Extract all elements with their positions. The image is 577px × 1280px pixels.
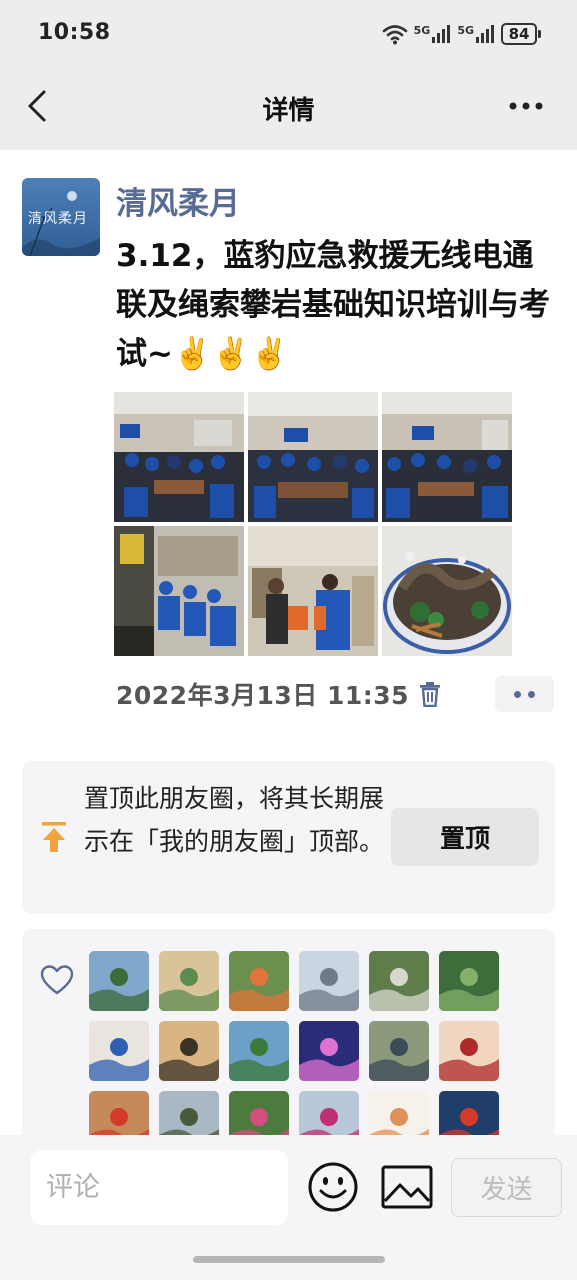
liker-avatar[interactable] bbox=[299, 1091, 359, 1135]
liker-avatar-image bbox=[159, 951, 219, 1011]
wifi-icon bbox=[382, 25, 407, 45]
liker-avatar-image bbox=[229, 951, 289, 1011]
signal-5g-2: 5G bbox=[457, 24, 495, 44]
page-title: 详情 bbox=[262, 96, 315, 126]
signal-5g-1: 5G bbox=[414, 24, 452, 44]
author-avatar[interactable]: 清风柔月 bbox=[22, 178, 100, 256]
liker-avatar-image bbox=[89, 1021, 149, 1081]
moment-detail[interactable]: 清风柔月 清风柔月 3.12，蓝豹应急救援无线电通联及绳索攀岩基础知识培训与考试… bbox=[0, 150, 577, 1135]
trash-icon[interactable] bbox=[419, 681, 441, 707]
liker-avatar[interactable] bbox=[159, 951, 219, 1011]
liker-avatar-image bbox=[299, 1021, 359, 1081]
liker-avatar-image bbox=[439, 1091, 499, 1135]
liker-avatar[interactable] bbox=[439, 1021, 499, 1081]
battery-cap bbox=[538, 30, 541, 38]
liker-avatar-image bbox=[439, 1021, 499, 1081]
photo-image bbox=[114, 392, 244, 522]
photo-thumbnail[interactable] bbox=[248, 392, 378, 522]
comment-input[interactable] bbox=[30, 1150, 288, 1225]
more-horizontal-icon bbox=[509, 102, 543, 110]
liker-avatar[interactable] bbox=[159, 1021, 219, 1081]
photo-thumbnail[interactable] bbox=[114, 526, 244, 656]
dot bbox=[514, 690, 521, 698]
liker-avatar-image bbox=[89, 1091, 149, 1135]
liker-avatar-image bbox=[229, 1021, 289, 1081]
battery-indicator: 84 bbox=[501, 23, 541, 45]
comment-composer: 发送 bbox=[0, 1135, 577, 1280]
liker-avatar[interactable] bbox=[369, 1021, 429, 1081]
send-button[interactable]: 发送 bbox=[451, 1158, 562, 1217]
interaction-menu-button[interactable] bbox=[495, 676, 554, 712]
photo-image bbox=[382, 526, 512, 656]
signal-bars-icon bbox=[432, 25, 451, 43]
signal-label-2: 5G bbox=[457, 24, 474, 37]
photo-image bbox=[248, 526, 378, 656]
liker-avatar[interactable] bbox=[229, 1091, 289, 1135]
signal-label-1: 5G bbox=[413, 24, 431, 37]
photo-thumbnail[interactable] bbox=[114, 392, 244, 522]
liker-avatar[interactable] bbox=[229, 1021, 289, 1081]
avatar-caption: 清风柔月 bbox=[28, 211, 88, 227]
photo-thumbnail[interactable] bbox=[248, 526, 378, 656]
post-text: 3.12，蓝豹应急救援无线电通联及绳索攀岩基础知识培训与考试~✌️✌️✌️ bbox=[116, 238, 550, 372]
liker-avatar[interactable] bbox=[89, 1091, 149, 1135]
pin-card: 置顶此朋友圈，将其长期展示在「我的朋友圈」顶部。 置顶 bbox=[22, 761, 555, 914]
status-bar: 10:58 5G 5G 84 bbox=[0, 0, 577, 68]
image-button[interactable] bbox=[380, 1163, 434, 1211]
photo-image bbox=[248, 392, 378, 522]
emoji-button[interactable] bbox=[306, 1160, 360, 1214]
liker-avatar-image bbox=[369, 951, 429, 1011]
liker-avatar[interactable] bbox=[369, 951, 429, 1011]
author-name[interactable]: 清风柔月 bbox=[116, 178, 240, 223]
liker-avatar-image bbox=[439, 951, 499, 1011]
more-options-button[interactable] bbox=[501, 86, 551, 126]
liker-avatar[interactable] bbox=[299, 1021, 359, 1081]
liker-avatar-image bbox=[369, 1021, 429, 1081]
status-time: 10:58 bbox=[38, 20, 111, 45]
liker-avatar-image bbox=[299, 1091, 359, 1135]
photo-grid bbox=[114, 392, 512, 656]
post-meta: 2022年3月13日 11:35 bbox=[116, 676, 441, 712]
battery-level: 84 bbox=[501, 23, 537, 45]
heart-icon bbox=[40, 965, 74, 995]
liker-avatar-image bbox=[369, 1091, 429, 1135]
photo-thumbnail[interactable] bbox=[382, 392, 512, 522]
liker-avatar[interactable] bbox=[229, 951, 289, 1011]
liker-avatar[interactable] bbox=[439, 951, 499, 1011]
photo-image bbox=[114, 526, 244, 656]
smiley-icon bbox=[308, 1162, 358, 1212]
pin-button[interactable]: 置顶 bbox=[391, 808, 539, 866]
liker-avatar[interactable] bbox=[439, 1091, 499, 1135]
liker-avatar[interactable] bbox=[159, 1091, 219, 1135]
nav-bar: 详情 bbox=[0, 68, 577, 150]
post-timestamp: 2022年3月13日 11:35 bbox=[116, 681, 410, 710]
pin-to-top-icon bbox=[42, 822, 66, 852]
liker-avatar[interactable] bbox=[89, 951, 149, 1011]
pin-description: 置顶此朋友圈，将其长期展示在「我的朋友圈」顶部。 bbox=[84, 784, 385, 856]
image-icon bbox=[381, 1165, 433, 1209]
liker-avatar-image bbox=[229, 1091, 289, 1135]
dot bbox=[528, 690, 535, 698]
likes-section bbox=[22, 929, 555, 1135]
liker-avatar-image bbox=[299, 951, 359, 1011]
status-icons: 5G 5G 84 bbox=[382, 20, 541, 48]
home-indicator bbox=[193, 1256, 385, 1263]
liker-avatar-image bbox=[159, 1021, 219, 1081]
liker-avatar[interactable] bbox=[89, 1021, 149, 1081]
liker-avatar[interactable] bbox=[369, 1091, 429, 1135]
photo-image bbox=[382, 392, 512, 522]
liker-avatar[interactable] bbox=[299, 951, 359, 1011]
liker-avatar-image bbox=[159, 1091, 219, 1135]
signal-bars-icon bbox=[476, 25, 494, 43]
liker-avatar-image bbox=[89, 951, 149, 1011]
photo-thumbnail[interactable] bbox=[382, 526, 512, 656]
